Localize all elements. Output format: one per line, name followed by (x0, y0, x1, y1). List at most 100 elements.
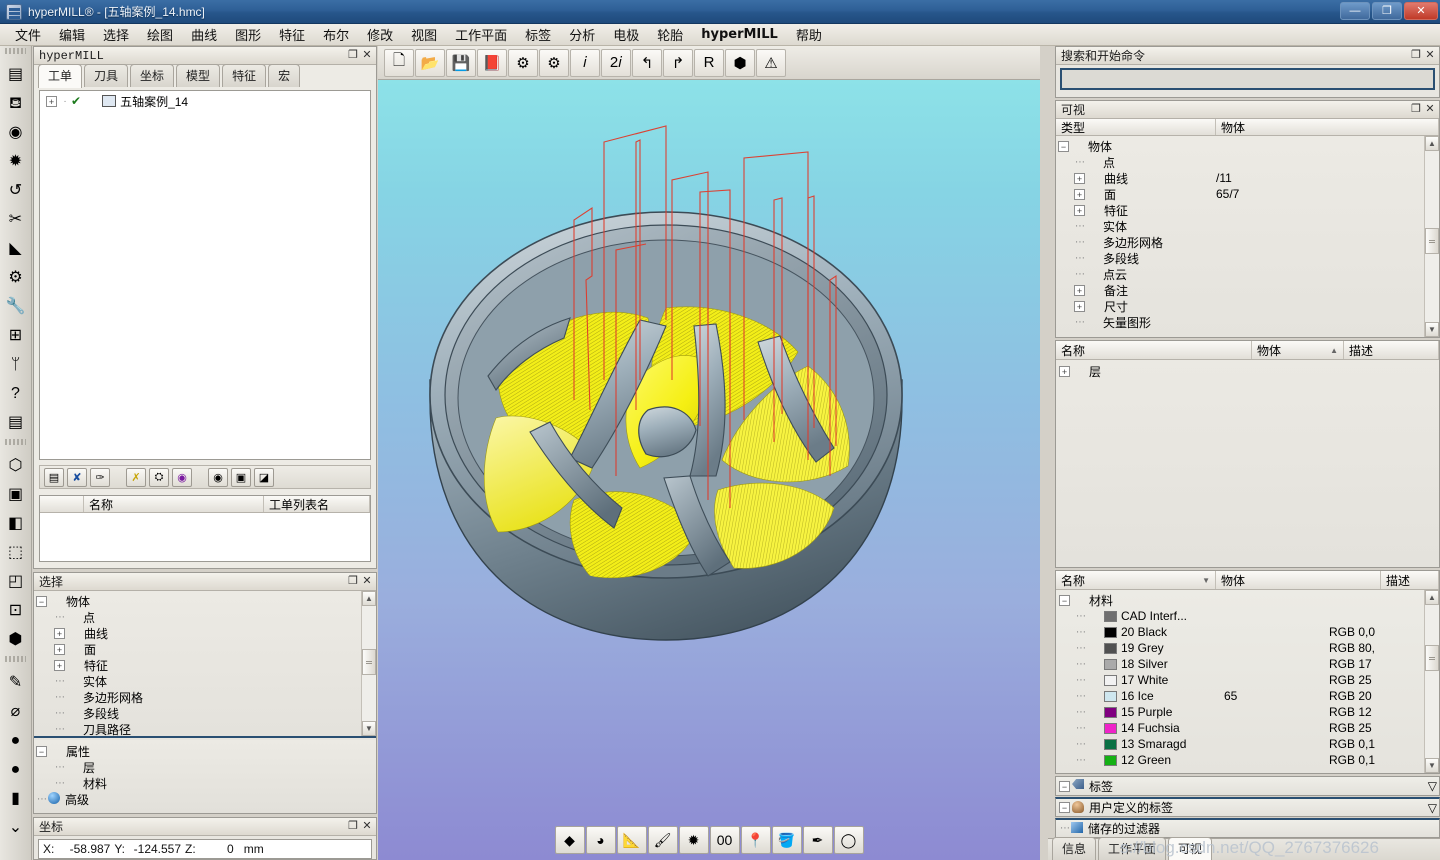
wireframe-sphere-button[interactable]: ◯ (833, 826, 864, 854)
visibility-tree-item[interactable]: + 备注 (1058, 282, 1423, 298)
expander-icon[interactable]: − (1059, 594, 1070, 606)
float-icon[interactable]: ❐ (346, 49, 360, 63)
selection-tree-item[interactable]: − 物体 (36, 593, 360, 609)
settings-gear-button[interactable]: ⚙ (508, 48, 538, 77)
expander-icon[interactable]: + (1074, 300, 1085, 312)
scroll-down-arrow[interactable]: ▼ (1425, 758, 1439, 773)
layers-column-1[interactable]: 物体 ▲ (1252, 341, 1344, 359)
bulb-icon[interactable] (1086, 219, 1100, 233)
figure-icon[interactable]: ᛘ (2, 351, 30, 379)
menu-item-9[interactable]: 视图 (402, 23, 446, 46)
collapsed-group-0[interactable]: − 标签 ▽ (1055, 776, 1440, 796)
layers-icon[interactable]: ▤ (2, 61, 30, 89)
menu-item-5[interactable]: 图形 (226, 23, 270, 46)
menu-item-2[interactable]: 选择 (94, 23, 138, 46)
bulb-icon[interactable] (1072, 364, 1086, 378)
material-row[interactable]: ⋯ 16 Ice 65 RGB 20 (1059, 688, 1423, 704)
menu-item-3[interactable]: 绘图 (138, 23, 182, 46)
bulb-icon[interactable] (1087, 721, 1101, 735)
materials-column-1[interactable]: 物体 (1216, 571, 1381, 589)
close-icon[interactable]: ✕ (1423, 49, 1437, 63)
material-row[interactable]: ⋯ 13 Smaragd RGB 0,1 (1059, 736, 1423, 752)
menu-item-11[interactable]: 标签 (516, 23, 560, 46)
material-row[interactable]: ⋯ 17 White RGB 25 (1059, 672, 1423, 688)
post-process-button[interactable]: ⛭ (149, 467, 169, 487)
status-tab-可视[interactable]: 可视 (1168, 837, 1213, 860)
scroll-up-arrow[interactable]: ▲ (1425, 590, 1439, 605)
grid-four-icon[interactable]: ⊞ (2, 322, 30, 350)
scroll-thumb[interactable] (1425, 228, 1439, 255)
tab-刀具[interactable]: 刀具 (84, 64, 129, 87)
shade-black-button[interactable]: ◆ (554, 826, 585, 854)
selection-tree-item[interactable]: ⋯ 点 (36, 609, 360, 625)
bulb-icon[interactable] (1071, 139, 1085, 153)
paint-bucket-button[interactable]: 🪣 (771, 826, 802, 854)
view-machine-button[interactable]: ◉ (208, 467, 228, 487)
bulb-icon[interactable] (1087, 673, 1101, 687)
menu-item-7[interactable]: 布尔 (314, 23, 358, 46)
bulb-icon[interactable] (1072, 593, 1086, 607)
circle-tool-icon[interactable]: ⌀ (2, 698, 30, 726)
visibility-tree-item[interactable]: ⋯ 矢量图形 (1058, 314, 1423, 330)
bulb-icon[interactable] (1086, 251, 1100, 265)
selection-tree-item[interactable]: ⋯ 多段线 (36, 705, 360, 721)
undo-arrow-icon[interactable]: ↺ (2, 177, 30, 205)
float-icon[interactable]: ❐ (346, 575, 360, 589)
pour-icon[interactable]: ⛾ (2, 90, 30, 118)
menu-item-6[interactable]: 特征 (270, 23, 314, 46)
tab-坐标[interactable]: 坐标 (130, 64, 175, 87)
help-question-icon[interactable]: ? (2, 380, 30, 408)
scroll-thumb[interactable] (1425, 644, 1439, 671)
layers-column-2[interactable]: 描述 (1344, 341, 1439, 359)
scroll-down-arrow[interactable]: ▼ (1425, 322, 1439, 337)
bulb-icon[interactable] (1087, 737, 1101, 751)
bulb-icon[interactable] (1087, 641, 1101, 655)
visibility-tree-item[interactable]: ⋯ 实体 (1058, 218, 1423, 234)
tab-宏[interactable]: 宏 (268, 64, 301, 87)
material-row[interactable]: ⋯ 12 Green RGB 0,1 (1059, 752, 1423, 768)
menu-item-13[interactable]: 电极 (604, 23, 648, 46)
menu-item-4[interactable]: 曲线 (182, 23, 226, 46)
visibility-tree-item[interactable]: + 尺寸 (1058, 298, 1423, 314)
menu-item-15[interactable]: hyperMILL (692, 25, 787, 44)
material-row[interactable]: ⋯ 20 Black RGB 0,0 (1059, 624, 1423, 640)
wrench-icon[interactable]: 🔧 (2, 293, 30, 321)
globe-render-button[interactable]: ◕ (585, 826, 616, 854)
selection-tree-item[interactable]: ⋯ 实体 (36, 673, 360, 689)
open-file-button[interactable]: 📂 (415, 48, 445, 77)
menu-item-16[interactable]: 帮助 (787, 23, 831, 46)
expander-icon[interactable]: − (36, 595, 47, 607)
simulate-button[interactable]: ◉ (172, 467, 192, 487)
close-icon[interactable]: ✕ (360, 49, 374, 63)
expander-icon[interactable]: + (1074, 172, 1085, 184)
zero-zero-button[interactable]: 00 (709, 826, 740, 854)
bulb-icon[interactable] (1087, 609, 1101, 623)
bulb-icon[interactable] (1086, 315, 1100, 329)
visibility-tree-item[interactable]: ⋯ 点 (1058, 154, 1423, 170)
bulb-icon[interactable] (1087, 705, 1101, 719)
materials-scrollbar[interactable]: ▲ ▼ (1424, 590, 1439, 773)
selection-property-tree[interactable]: − 属性 ⋯ 层 ⋯ 材料 ⋯ 高级 (34, 740, 376, 813)
material-row[interactable]: ⋯ 15 Purple RGB 12 (1059, 704, 1423, 720)
visibility-tree-item[interactable]: + 特征 (1058, 202, 1423, 218)
visibility-tree-item[interactable]: − 物体 (1058, 138, 1423, 154)
save-file-button[interactable]: 💾 (446, 48, 476, 77)
axis-paint-icon[interactable]: ✎ (2, 669, 30, 697)
close-icon[interactable]: ✕ (360, 575, 374, 589)
job-list[interactable]: 名称 工单列表名 (39, 495, 371, 562)
expander-icon[interactable]: − (1059, 802, 1070, 813)
comment-button[interactable]: ✑ (90, 467, 110, 487)
tab-工单[interactable]: 工单 (38, 64, 83, 88)
expander-icon[interactable]: − (36, 745, 47, 757)
brush-button[interactable]: 🖌 (647, 826, 678, 854)
tab-特征[interactable]: 特征 (222, 64, 267, 87)
materials-column-2[interactable]: 描述 (1381, 571, 1439, 589)
cube-hidden-icon[interactable]: ◰ (2, 568, 30, 596)
bulb-icon[interactable] (85, 94, 99, 108)
menu-item-10[interactable]: 工作平面 (446, 23, 516, 46)
red-render-icon[interactable]: ● (2, 756, 30, 784)
selection-tree-item[interactable]: + 面 (36, 641, 360, 657)
selection-tree-item[interactable]: + 曲线 (36, 625, 360, 641)
visibility-tree-item[interactable]: + 面 65/7 (1058, 186, 1423, 202)
expander-icon[interactable]: + (54, 659, 65, 671)
